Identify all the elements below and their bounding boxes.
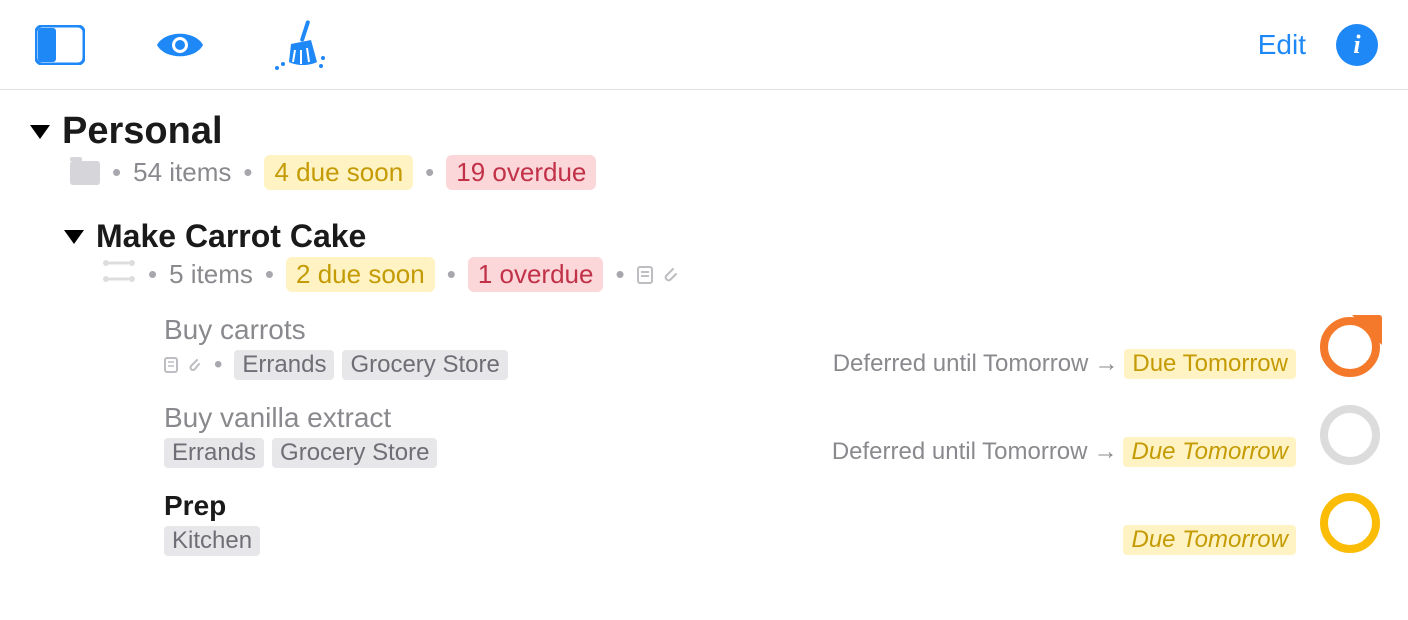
sidebar-toggle-icon[interactable]	[30, 15, 90, 75]
task-meta: Errands Grocery Store	[164, 438, 832, 468]
project-meta: • 5 items • 2 due soon • 1 overdue •	[102, 257, 1388, 292]
attachment-icon	[186, 357, 202, 373]
separator-dot: •	[421, 157, 438, 188]
task-defer-text: Deferred until Tomorrow	[833, 350, 1089, 378]
task-meta: Kitchen	[164, 526, 1123, 556]
folder-header[interactable]: Personal	[30, 110, 1388, 153]
parallel-project-icon	[102, 258, 136, 291]
task-due-pill: Due Tomorrow	[1123, 437, 1296, 467]
task-right: Deferred until Tomorrow→Due Tomorrow	[833, 315, 1388, 379]
task-meta: • Errands Grocery Store	[164, 350, 833, 380]
folder-title: Personal	[62, 110, 223, 153]
arrow-icon: →	[1094, 350, 1118, 378]
note-icon	[637, 266, 653, 284]
project-block: Make Carrot Cake • 5 items • 2 due soon …	[64, 218, 1388, 556]
tasks-list: Buy carrots • Errands Grocery Store Deferred…	[64, 314, 1388, 556]
task-title: Buy carrots	[164, 314, 833, 346]
content-area: Personal • 54 items • 4 due soon • 19 ov…	[0, 90, 1408, 556]
due-soon-pill: 4 due soon	[264, 155, 413, 190]
task-left: Buy vanilla extract Errands Grocery Store	[164, 402, 832, 468]
cleanup-broom-icon[interactable]	[270, 15, 330, 75]
folder-meta: • 54 items • 4 due soon • 19 overdue	[70, 155, 1388, 190]
task-left: Prep Kitchen	[164, 490, 1123, 556]
task-right: Due Tomorrow	[1123, 491, 1388, 555]
task-due-pill: Due Tomorrow	[1124, 349, 1296, 379]
project-header[interactable]: Make Carrot Cake	[64, 218, 1388, 255]
separator-dot: •	[144, 259, 161, 290]
overdue-pill: 19 overdue	[446, 155, 596, 190]
folder-item-count: 54 items	[133, 157, 231, 188]
project-title: Make Carrot Cake	[96, 218, 366, 255]
task-right: Deferred until Tomorrow→Due Tomorrow	[832, 403, 1388, 467]
task-row[interactable]: Buy carrots • Errands Grocery Store Deferred…	[164, 314, 1388, 380]
arrow-icon: →	[1093, 438, 1117, 466]
task-dates: Due Tomorrow	[1123, 491, 1296, 555]
toolbar-left	[30, 15, 330, 75]
overdue-pill: 1 overdue	[468, 257, 604, 292]
separator-dot: •	[261, 259, 278, 290]
task-status-circle[interactable]	[1320, 405, 1380, 465]
disclosure-triangle-icon[interactable]	[30, 125, 50, 139]
task-tag[interactable]: Errands	[164, 438, 264, 468]
task-tag[interactable]: Grocery Store	[272, 438, 437, 468]
task-dates: Deferred until Tomorrow→Due Tomorrow	[833, 315, 1296, 379]
toolbar-right: Edit i	[1258, 24, 1378, 66]
toolbar: Edit i	[0, 0, 1408, 90]
task-row[interactable]: Prep Kitchen Due Tomorrow	[164, 490, 1388, 556]
project-item-count: 5 items	[169, 259, 253, 290]
task-status-circle[interactable]	[1320, 493, 1380, 553]
task-tag[interactable]: Grocery Store	[342, 350, 507, 380]
separator-dot: •	[611, 259, 628, 290]
separator-dot: •	[108, 157, 125, 188]
separator-dot: •	[210, 351, 226, 379]
info-button[interactable]: i	[1336, 24, 1378, 66]
task-tag[interactable]: Kitchen	[164, 526, 260, 556]
attachment-icon	[661, 266, 679, 284]
disclosure-triangle-icon[interactable]	[64, 230, 84, 244]
task-title: Prep	[164, 490, 1123, 522]
task-tag[interactable]: Errands	[234, 350, 334, 380]
task-defer-text: Deferred until Tomorrow	[832, 438, 1088, 466]
eye-icon[interactable]	[150, 15, 210, 75]
task-dates: Deferred until Tomorrow→Due Tomorrow	[832, 403, 1296, 467]
edit-button[interactable]: Edit	[1258, 29, 1306, 61]
note-icon	[164, 357, 178, 373]
task-title: Buy vanilla extract	[164, 402, 832, 434]
task-row[interactable]: Buy vanilla extract Errands Grocery Store D…	[164, 402, 1388, 468]
task-due-pill: Due Tomorrow	[1123, 525, 1296, 555]
separator-dot: •	[443, 259, 460, 290]
task-status-circle[interactable]	[1320, 317, 1380, 377]
task-left: Buy carrots • Errands Grocery Store	[164, 314, 833, 380]
folder-icon	[70, 161, 100, 185]
separator-dot: •	[239, 157, 256, 188]
due-soon-pill: 2 due soon	[286, 257, 435, 292]
